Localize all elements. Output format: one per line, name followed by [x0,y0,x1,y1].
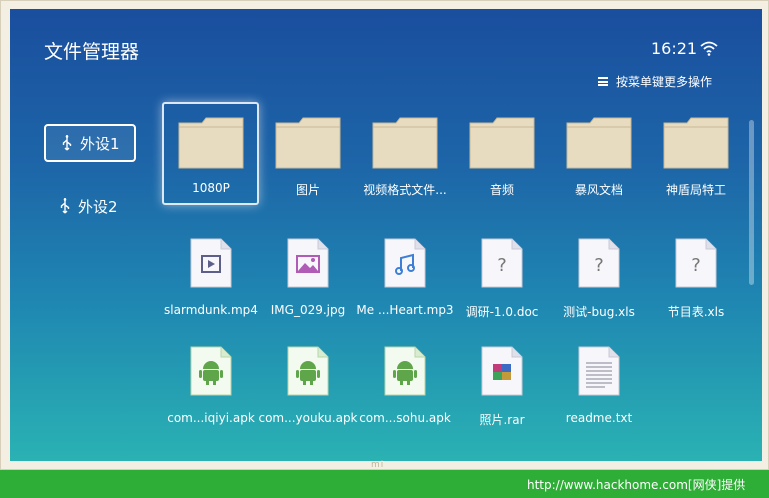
folder-item[interactable]: 图片 [260,107,356,207]
file-name: 调研-1.0.doc [465,305,539,319]
file-item[interactable]: ? 调研-1.0.doc [454,219,550,319]
file-name: 节目表.xls [667,305,725,319]
file-manager-screen: 文件管理器 16:21 按菜单键更多操作 外设1 外设2 1080P 图片 视频… [10,9,762,461]
audio-file-icon [383,237,427,293]
device-item-2[interactable]: 外设2 [44,187,136,225]
unknown-file-icon: ? [577,237,621,293]
unknown-file-icon: ? [480,237,524,293]
text-file-icon [577,345,621,401]
usb-icon [62,135,72,151]
file-item[interactable]: readme.txt [551,327,647,427]
folder-icon [566,115,632,173]
file-name: com...youku.apk [258,411,358,425]
svg-text:?: ? [594,255,604,276]
image-file-icon [286,237,330,293]
folder-icon [469,115,535,173]
scrollbar[interactable] [749,120,754,285]
file-item[interactable]: ? 测试-bug.xls [551,219,647,319]
file-name: 音频 [489,183,514,197]
file-name: 神盾局特工 [665,183,726,197]
folder-item[interactable]: 神盾局特工 [648,107,744,207]
file-item[interactable]: com...sohu.apk [357,327,453,427]
folder-item[interactable]: 音频 [454,107,550,207]
file-name: 照片.rar [479,413,525,427]
android-apk-icon [189,345,233,401]
unknown-file-icon: ? [674,237,718,293]
file-name: com...sohu.apk [359,411,451,425]
video-file-icon [189,237,233,293]
folder-item[interactable]: 1080P [162,102,259,207]
footer-text: http://www.hackhome.com[网侠]提供 [527,478,746,492]
menu-hint-text: 按菜单键更多操作 [616,75,713,89]
footer-banner: http://www.hackhome.com[网侠]提供 [0,470,769,498]
file-item[interactable]: com...iqiyi.apk [163,327,259,427]
file-name: Me ...Heart.mp3 [356,303,454,317]
file-name: 图片 [295,183,320,197]
folder-item[interactable]: 暴风文档 [551,107,647,207]
folder-icon [372,115,438,173]
menu-hint: 按菜单键更多操作 [598,73,712,90]
file-item[interactable]: ? 节目表.xls [648,219,744,319]
file-item[interactable]: Me ...Heart.mp3 [356,219,454,319]
file-item[interactable]: 照片.rar [454,327,550,427]
file-name: slarmdunk.mp4 [164,303,258,317]
file-item[interactable]: IMG_029.jpg [260,219,356,319]
wifi-icon [700,41,718,56]
folder-icon [178,115,244,173]
device-label: 外设2 [78,197,118,216]
svg-text:?: ? [691,255,701,276]
android-apk-icon [286,345,330,401]
usb-icon [60,198,70,214]
archive-file-icon [480,345,524,401]
android-apk-icon [383,345,427,401]
file-name: com...iqiyi.apk [167,411,255,425]
mi-logo: mi [371,460,385,470]
clock: 16:21 [651,39,698,58]
file-item[interactable]: com...youku.apk [258,327,358,427]
file-item[interactable]: slarmdunk.mp4 [163,219,259,319]
folder-icon [663,115,729,173]
file-name: 暴风文档 [574,183,623,197]
device-item-1[interactable]: 外设1 [44,124,136,162]
svg-text:?: ? [497,255,507,276]
tv-bezel: 文件管理器 16:21 按菜单键更多操作 外设1 外设2 1080P 图片 视频… [0,0,769,470]
file-name: IMG_029.jpg [270,303,346,317]
folder-item[interactable]: 视频格式文件... [357,107,453,207]
file-name: 视频格式文件... [363,183,447,197]
folder-icon [275,115,341,173]
app-title: 文件管理器 [44,41,140,63]
file-name: 1080P [192,181,230,195]
device-label: 外设1 [80,134,120,153]
file-name: 测试-bug.xls [563,305,635,319]
file-name: readme.txt [565,411,633,425]
menu-icon [598,77,608,86]
